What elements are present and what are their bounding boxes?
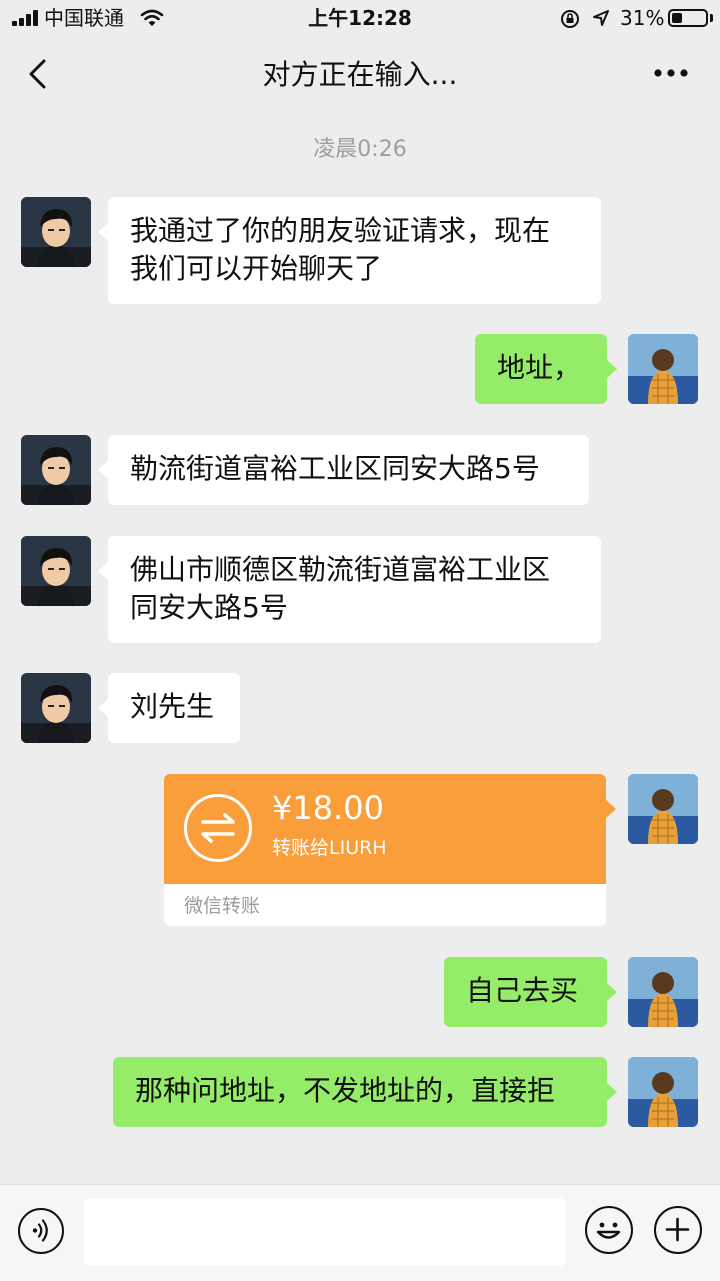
bubble-tail <box>606 800 616 818</box>
message-bubble[interactable]: 那种问地址，不发地址的，直接拒 <box>113 1057 607 1127</box>
message-bubble[interactable]: 勒流街道富裕工业区同安大路5号 <box>108 435 589 505</box>
my-avatar[interactable] <box>628 957 698 1027</box>
transfer-header: ¥18.00 转账给LIURH <box>164 774 606 884</box>
message-timestamp: 凌晨0:26 <box>313 137 407 162</box>
message-bubble[interactable]: 地址， <box>475 334 607 404</box>
my-avatar[interactable] <box>628 1057 698 1127</box>
more-dots-icon[interactable] <box>652 66 690 80</box>
voice-icon <box>32 1219 48 1242</box>
message-text: 地址， <box>497 351 582 384</box>
bubble-tail <box>607 360 617 378</box>
orientation-lock-icon <box>561 10 579 28</box>
transfer-arrows-icon <box>184 794 252 862</box>
contact-avatar[interactable] <box>21 673 91 743</box>
transfer-footer: 微信转账 <box>184 895 261 917</box>
message-text: 自己去买 <box>466 974 579 1007</box>
status-time: 上午12:28 <box>308 6 412 30</box>
contact-avatar[interactable] <box>21 536 91 606</box>
plus-button[interactable] <box>654 1206 702 1254</box>
message-text-line: 佛山市顺德区勒流街道富裕工业区 <box>130 553 551 586</box>
contact-avatar[interactable] <box>21 435 91 505</box>
message-text: 刘先生 <box>130 690 215 723</box>
message-bubble[interactable]: 佛山市顺德区勒流街道富裕工业区 同安大路5号 <box>108 536 601 643</box>
message-bubble[interactable]: 我通过了你的朋友验证请求，现在 我们可以开始聊天了 <box>108 197 601 304</box>
bubble-tail <box>98 223 108 241</box>
message-text: 勒流街道富裕工业区同安大路5号 <box>130 452 540 485</box>
message-text: 那种问地址，不发地址的，直接拒 <box>135 1074 556 1107</box>
emoji-button[interactable] <box>585 1206 633 1254</box>
bubble-tail <box>98 461 108 479</box>
bubble-tail <box>98 699 108 717</box>
emoji-icon <box>596 1222 621 1239</box>
message-text-line: 同安大路5号 <box>130 591 288 624</box>
transfer-amount: ¥18.00 <box>272 789 384 827</box>
my-avatar[interactable] <box>628 774 698 844</box>
message-bubble[interactable]: 刘先生 <box>108 673 240 743</box>
transfer-recipient: 转账给LIURH <box>272 837 387 859</box>
message-bubble[interactable]: 自己去买 <box>444 957 607 1027</box>
plus-icon <box>665 1217 690 1242</box>
battery-icon <box>668 9 708 27</box>
battery-percent: 31% <box>620 6 665 30</box>
my-avatar[interactable] <box>628 334 698 404</box>
bubble-tail <box>607 1083 617 1101</box>
transfer-card[interactable]: ¥18.00 转账给LIURH 微信转账 <box>164 774 606 926</box>
battery-cap <box>710 14 713 22</box>
location-icon <box>593 10 609 26</box>
contact-avatar[interactable] <box>21 197 91 267</box>
message-input[interactable] <box>84 1198 566 1266</box>
status-bar: 中国联通 上午12:28 31% <box>0 0 720 36</box>
bubble-tail <box>98 562 108 580</box>
chat-title: 对方正在输入... <box>262 58 458 91</box>
message-text-line: 我通过了你的朋友验证请求，现在 <box>130 214 551 247</box>
bubble-tail <box>607 983 617 1001</box>
voice-button[interactable] <box>18 1208 64 1254</box>
message-text-line: 我们可以开始聊天了 <box>130 252 383 285</box>
